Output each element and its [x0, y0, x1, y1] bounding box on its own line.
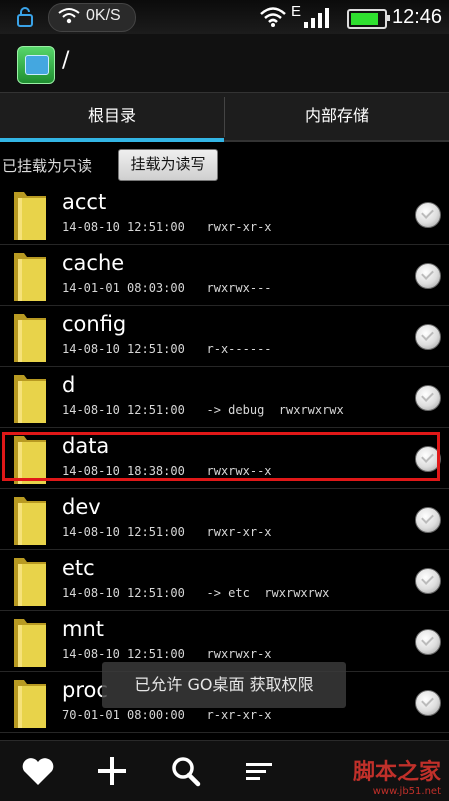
tab-root[interactable]: 根目录: [0, 93, 224, 141]
file-row[interactable]: config 14-08-10 12:51:00 r-x------: [0, 306, 449, 367]
file-meta: 14-08-10 12:51:00 rwxrwxr-x: [62, 647, 272, 661]
network-type: E: [291, 3, 302, 20]
tab-internal-storage[interactable]: 内部存储: [225, 93, 449, 141]
tab-bar: 根目录 内部存储: [0, 92, 449, 141]
file-name: config: [62, 312, 127, 336]
folder-icon: [14, 192, 46, 240]
select-checkbox[interactable]: [415, 568, 441, 594]
mount-read-write-button[interactable]: 挂载为读写: [118, 149, 218, 181]
file-meta: 14-08-10 12:51:00 -> etc rwxrwxrwx: [62, 586, 330, 600]
bottom-toolbar: 脚本之家 www.jb51.net: [0, 740, 449, 801]
file-row[interactable]: d 14-08-10 12:51:00 -> debug rwxrwxrwx: [0, 367, 449, 428]
cell-signal-icon: [304, 8, 329, 28]
file-meta: 14-01-01 08:03:00 rwxrwx---: [62, 281, 272, 295]
wifi-icon: [58, 8, 80, 24]
file-row[interactable]: dev 14-08-10 12:51:00 rwxr-xr-x: [0, 489, 449, 550]
select-checkbox[interactable]: [415, 263, 441, 289]
file-name: cache: [62, 251, 125, 275]
file-meta: 14-08-10 12:51:00 rwxr-xr-x: [62, 220, 272, 234]
tab-indicator: [0, 138, 224, 142]
plus-icon[interactable]: [90, 751, 134, 791]
folder-icon: [14, 619, 46, 667]
file-row[interactable]: cache 14-01-01 08:03:00 rwxrwx---: [0, 245, 449, 306]
lock-icon: [17, 7, 33, 27]
status-bar: 0K/S E 12:46: [0, 0, 449, 34]
watermark: 脚本之家 www.jb51.net: [353, 754, 441, 797]
select-checkbox[interactable]: [415, 690, 441, 716]
file-meta: 70-01-01 08:00:00 r-xr-xr-x: [62, 708, 272, 722]
folder-icon: [14, 497, 46, 545]
sort-icon[interactable]: [238, 751, 282, 791]
row-divider: [0, 732, 449, 733]
file-row[interactable]: acct 14-08-10 12:51:00 rwxr-xr-x: [0, 184, 449, 245]
select-checkbox[interactable]: [415, 385, 441, 411]
file-name: dev: [62, 495, 101, 519]
folder-icon: [14, 253, 46, 301]
folder-icon: [14, 558, 46, 606]
highlight-box: [2, 432, 440, 481]
wifi-signal-icon: [260, 7, 286, 27]
file-name: etc: [62, 556, 95, 580]
mount-status: 已挂载为只读: [2, 157, 93, 175]
search-icon[interactable]: [164, 751, 208, 791]
heart-icon[interactable]: [16, 751, 60, 791]
folder-icon: [14, 375, 46, 423]
folder-icon: [14, 680, 46, 728]
select-checkbox[interactable]: [415, 507, 441, 533]
file-row[interactable]: etc 14-08-10 12:51:00 -> etc rwxrwxrwx: [0, 550, 449, 611]
tab-underline: [224, 140, 449, 142]
file-name: d: [62, 373, 76, 397]
clock: 12:46: [392, 6, 443, 28]
file-meta: 14-08-10 12:51:00 r-x------: [62, 342, 272, 356]
watermark-url: www.jb51.net: [372, 786, 441, 797]
select-checkbox[interactable]: [415, 629, 441, 655]
folder-icon: [14, 314, 46, 362]
app-icon[interactable]: [17, 46, 55, 84]
mount-bar: 已挂载为只读 挂载为读写: [0, 143, 449, 185]
network-speed: 0K/S: [86, 7, 121, 24]
file-name: mnt: [62, 617, 104, 641]
battery-icon: [347, 9, 390, 29]
file-name: acct: [62, 190, 107, 214]
file-meta: 14-08-10 12:51:00 -> debug rwxrwxrwx: [62, 403, 344, 417]
toast-message: 已允许 GO桌面 获取权限: [102, 662, 346, 708]
watermark-text: 脚本之家: [352, 759, 441, 785]
select-checkbox[interactable]: [415, 202, 441, 228]
select-checkbox[interactable]: [415, 324, 441, 350]
title-bar: /: [0, 34, 449, 92]
current-path: /: [62, 48, 70, 73]
file-meta: 14-08-10 12:51:00 rwxr-xr-x: [62, 525, 272, 539]
